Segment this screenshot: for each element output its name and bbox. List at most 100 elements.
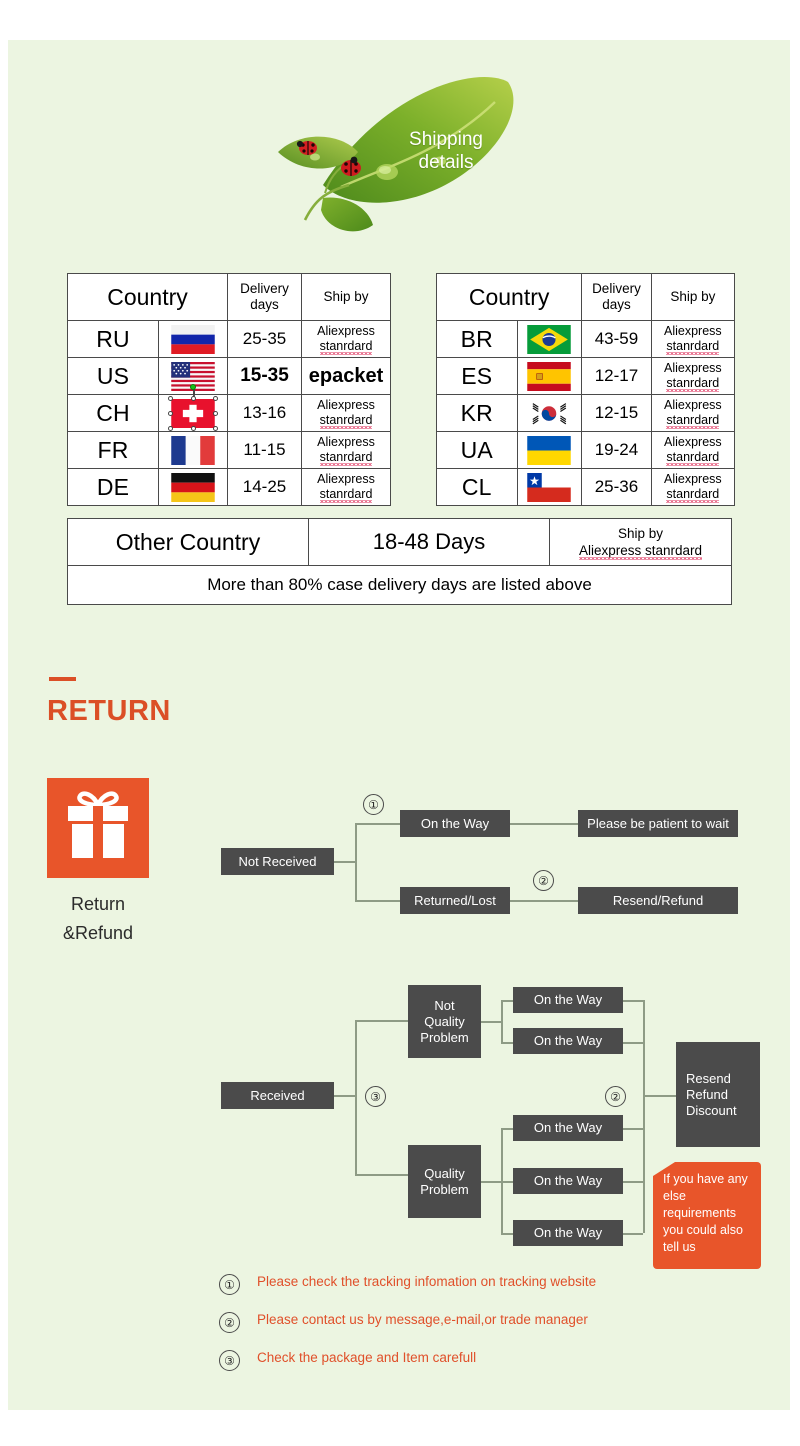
- table-row: BR 43-59 Aliexpress stanrdard: [436, 320, 736, 358]
- flag-ukraine-icon: [527, 435, 572, 465]
- country-code: CL: [436, 468, 518, 506]
- footnote-marker: ①: [219, 1274, 240, 1295]
- flow-node-on-the-way-top[interactable]: On the Way: [400, 810, 510, 837]
- country-code: KR: [436, 394, 518, 432]
- flow-connector: [623, 1000, 643, 1002]
- flow-marker-2-bottom: ②: [605, 1086, 626, 1107]
- resize-handle-s[interactable]: [190, 425, 196, 431]
- resize-handle-se[interactable]: [213, 425, 218, 431]
- delivery-days: 12-17: [581, 357, 652, 395]
- flow-node-on-the-way-q-2[interactable]: On the Way: [513, 1168, 623, 1194]
- table-row: KR 12-15 Aliexpress stanrdard: [436, 394, 736, 432]
- return-section-title: RETURN: [47, 695, 171, 727]
- footnote-item: ① Please check the tracking infomation o…: [219, 1270, 739, 1308]
- return-flowchart: Not Received On the Way Please be patien…: [8, 770, 790, 1290]
- ship-by: Aliexpress stanrdard: [650, 431, 736, 469]
- flow-connector: [501, 1233, 513, 1235]
- flow-node-returned-lost[interactable]: Returned/Lost: [400, 887, 510, 914]
- flow-node-received[interactable]: Received: [221, 1082, 334, 1109]
- flow-marker-3: ③: [365, 1086, 386, 1107]
- header-country: Country: [435, 273, 583, 321]
- flow-marker-1: ①: [363, 794, 384, 815]
- flow-node-line3: Problem: [420, 1029, 469, 1045]
- table-row: CL 25-36 Aliexpress stanrdard: [436, 468, 736, 506]
- shipping-table-right: Country Delivery days Ship by BR 43-59 A…: [435, 273, 736, 506]
- extra-requirements-callout: If you have any else requirements you co…: [653, 1162, 761, 1269]
- ship-by: Aliexpress stanrdard: [650, 320, 736, 358]
- country-flag: [158, 383, 228, 432]
- other-country-days: 18-48 Days: [308, 518, 550, 566]
- ship-by: Aliexpress stanrdard: [301, 431, 391, 469]
- flow-connector: [501, 1181, 513, 1183]
- footnote-text: Please contact us by message,e-mail,or t…: [257, 1312, 588, 1327]
- resize-handle-w[interactable]: [168, 410, 173, 416]
- country-code: RU: [67, 320, 159, 358]
- flow-connector: [355, 823, 400, 825]
- flow-connector: [334, 1095, 355, 1097]
- flow-node-on-the-way-q-1[interactable]: On the Way: [513, 1115, 623, 1141]
- flow-marker-2: ②: [533, 870, 554, 891]
- resize-handle-ne[interactable]: [213, 395, 218, 401]
- country-flag: [158, 431, 228, 469]
- ship-by: Aliexpress stanrdard: [650, 357, 736, 395]
- flow-node-on-the-way-nq-1[interactable]: On the Way: [513, 987, 623, 1013]
- flag-chile-icon: [527, 472, 572, 502]
- flow-node-please-wait[interactable]: Please be patient to wait: [578, 810, 738, 837]
- resize-handle-n[interactable]: [190, 395, 196, 401]
- delivery-days: 13-16: [227, 394, 302, 432]
- flow-connector: [501, 1042, 513, 1044]
- header-country: Country: [67, 273, 228, 321]
- flag-germany-icon: [171, 472, 215, 502]
- flow-node-line1: Resend: [686, 1070, 731, 1086]
- flow-connector: [510, 823, 578, 825]
- flow-node-on-the-way-q-3[interactable]: On the Way: [513, 1220, 623, 1246]
- other-country-ship-by: Ship by Aliexpress stanrdard: [549, 518, 732, 566]
- flow-node-not-quality-problem[interactable]: Not Quality Problem: [408, 985, 481, 1058]
- table-row: FR 11-15 Aliexpress stanrdard: [67, 431, 391, 469]
- resize-handle-nw[interactable]: [168, 395, 173, 401]
- country-code: US: [67, 357, 159, 395]
- flow-node-on-the-way-nq-2[interactable]: On the Way: [513, 1028, 623, 1054]
- selected-image-handles[interactable]: [168, 383, 218, 431]
- resize-handle-sw[interactable]: [168, 425, 173, 431]
- table-header-row: Country Delivery days Ship by: [67, 273, 391, 321]
- country-code: FR: [67, 431, 159, 469]
- delivery-note: More than 80% case delivery days are lis…: [67, 565, 732, 605]
- country-flag: [516, 320, 583, 358]
- rotate-handle[interactable]: [190, 383, 196, 390]
- flow-connector: [623, 1128, 643, 1130]
- shipping-details-page: Shipping details Country Delivery days Sh…: [8, 40, 790, 1410]
- footnote-marker: ②: [219, 1312, 240, 1333]
- flow-node-quality-problem[interactable]: Quality Problem: [408, 1145, 481, 1218]
- flow-connector: [501, 1128, 513, 1130]
- country-code: DE: [67, 468, 159, 506]
- flag-south-korea-icon: [527, 398, 572, 428]
- flow-node-line2: Quality: [424, 1013, 465, 1029]
- country-code: BR: [436, 320, 518, 358]
- flag-spain-icon: [527, 361, 572, 391]
- delivery-days: 43-59: [581, 320, 652, 358]
- flow-node-line1: Quality: [424, 1165, 465, 1181]
- flow-node-not-received[interactable]: Not Received: [221, 848, 334, 875]
- resize-handle-e[interactable]: [213, 410, 218, 416]
- country-flag: [516, 394, 583, 432]
- header-ship-by: Ship by: [650, 273, 736, 321]
- flow-node-resend-refund[interactable]: Resend/Refund: [578, 887, 738, 914]
- flow-node-line2: Refund: [686, 1086, 728, 1102]
- table-row: ES 12-17 Aliexpress stanrdard: [436, 357, 736, 395]
- flow-connector: [355, 1020, 408, 1022]
- country-flag: [158, 468, 228, 506]
- other-country-label: Other Country: [67, 518, 309, 566]
- section-accent-dash: [49, 677, 76, 681]
- table-row: CH 13-16 Aliexpress stanrdard: [67, 383, 391, 432]
- leaf-illustration: [278, 77, 514, 232]
- country-flag: [516, 468, 583, 506]
- flow-connector: [355, 1020, 357, 1175]
- delivery-days: 12-15: [581, 394, 652, 432]
- footnote-item: ③ Check the package and Item carefull: [219, 1346, 739, 1384]
- callout-text: If you have any else requirements you co…: [663, 1172, 748, 1254]
- flow-node-resend-refund-discount[interactable]: Resend Refund Discount: [676, 1042, 760, 1147]
- delivery-days: 19-24: [581, 431, 652, 469]
- flow-connector: [643, 1000, 645, 1233]
- delivery-days: 11-15: [227, 431, 302, 469]
